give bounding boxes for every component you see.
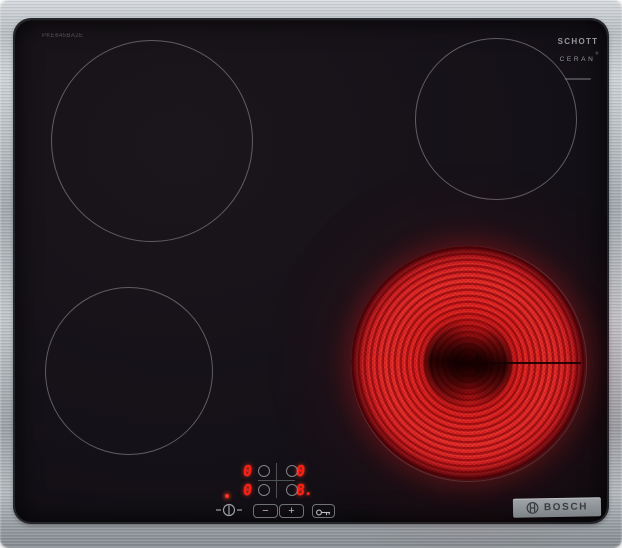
burner-ring-rear-right xyxy=(415,38,577,200)
hob-photo: PKE645BA2E SCHOTT CERAN® 0 0 0 8. − + BO… xyxy=(0,0,622,548)
limiter-tick xyxy=(476,354,479,372)
power-icon xyxy=(216,503,242,517)
registered-mark: ® xyxy=(595,50,599,56)
burner-ring-front-left xyxy=(45,287,213,455)
burner-ring-rear-left xyxy=(51,40,253,242)
zone-select-front-right[interactable] xyxy=(286,484,298,496)
burner-zone-front-right-active xyxy=(351,246,585,480)
zone-select-rear-left[interactable] xyxy=(258,465,270,477)
power-button[interactable] xyxy=(214,501,244,519)
thermal-limiter-line xyxy=(468,362,581,364)
zone-select-front-left[interactable] xyxy=(258,484,270,496)
minus-label: − xyxy=(262,505,269,517)
display-rear-left: 0 xyxy=(242,462,253,480)
model-number: PKE645BA2E xyxy=(42,33,84,39)
minus-button[interactable]: − xyxy=(253,504,278,518)
key-lock-button[interactable] xyxy=(312,504,335,518)
schott-fineprint-line xyxy=(565,78,591,80)
power-indicator-led xyxy=(225,494,229,498)
bosch-badge: BOSCH xyxy=(512,497,602,518)
key-lock-icon xyxy=(316,509,330,515)
display-front-left: 0 xyxy=(242,481,253,499)
ceran-wordmark: CERAN xyxy=(559,56,596,63)
bosch-wordmark: BOSCH xyxy=(543,501,589,514)
zone-select-rear-right[interactable] xyxy=(286,465,298,477)
plus-button[interactable]: + xyxy=(279,504,304,518)
schott-ceran-logo: SCHOTT CERAN® xyxy=(550,37,606,67)
glass-surface: PKE645BA2E SCHOTT CERAN® 0 0 0 8. − + BO… xyxy=(15,20,607,522)
bosch-logo-icon xyxy=(526,502,539,514)
schott-brand: SCHOTT xyxy=(557,37,599,46)
plus-label: + xyxy=(288,505,295,517)
display-divider-horizontal xyxy=(258,480,295,481)
